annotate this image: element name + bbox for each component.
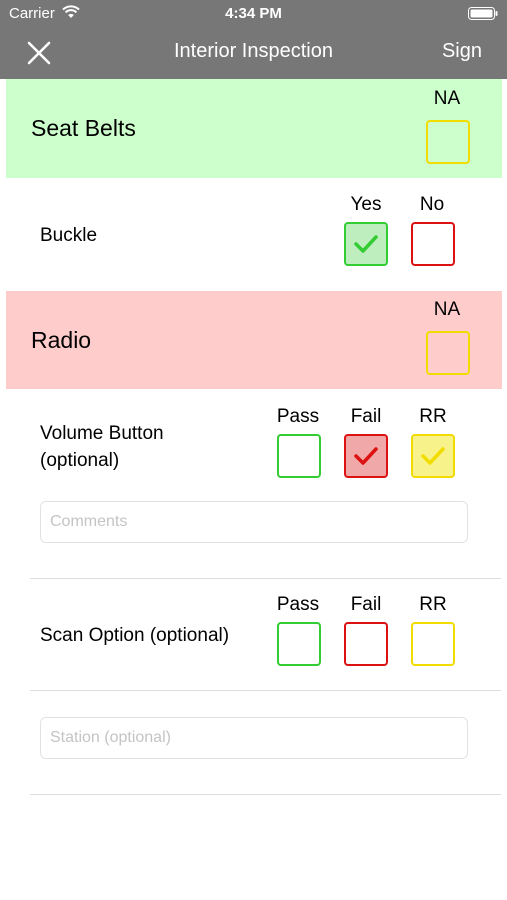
checkmark-icon xyxy=(354,235,378,253)
divider xyxy=(30,690,501,691)
scan-rr-checkbox[interactable] xyxy=(411,622,455,666)
status-bar: Carrier 4:34 PM xyxy=(0,0,507,26)
station-field[interactable] xyxy=(40,717,468,759)
nav-bar: Interior Inspection Sign xyxy=(0,26,507,79)
pass-label: Pass xyxy=(276,406,320,427)
scan-option-label: Scan Option (optional) xyxy=(40,625,230,646)
seat-belts-na-checkbox[interactable] xyxy=(426,120,470,164)
battery-icon xyxy=(468,7,498,20)
section-seat-belts: Seat Belts NA xyxy=(6,79,502,178)
status-time: 4:34 PM xyxy=(225,5,282,22)
pass-label: Pass xyxy=(276,594,320,615)
volume-button-label-line2: (optional) xyxy=(40,450,120,471)
sign-button[interactable]: Sign xyxy=(442,40,482,63)
buckle-label: Buckle xyxy=(40,225,98,246)
divider xyxy=(30,578,501,579)
divider xyxy=(30,794,501,795)
buckle-no-checkbox[interactable] xyxy=(411,222,455,266)
fail-label: Fail xyxy=(350,406,382,427)
page-title: Interior Inspection xyxy=(174,40,333,62)
volume-pass-checkbox[interactable] xyxy=(277,434,321,478)
volume-fail-checkbox[interactable] xyxy=(344,434,388,478)
volume-rr-checkbox[interactable] xyxy=(411,434,455,478)
scan-pass-checkbox[interactable] xyxy=(277,622,321,666)
no-label: No xyxy=(419,194,445,215)
fail-label: Fail xyxy=(350,594,382,615)
section-title-radio: Radio xyxy=(31,327,92,353)
checkmark-icon xyxy=(421,447,445,465)
na-label: NA xyxy=(433,299,461,320)
buckle-yes-checkbox[interactable] xyxy=(344,222,388,266)
radio-na-checkbox[interactable] xyxy=(426,331,470,375)
section-radio: Radio NA xyxy=(6,291,502,389)
station-input[interactable] xyxy=(41,718,467,758)
section-title-seat-belts: Seat Belts xyxy=(31,115,136,141)
scan-fail-checkbox[interactable] xyxy=(344,622,388,666)
comments-input[interactable] xyxy=(41,502,467,542)
yes-label: Yes xyxy=(350,194,382,215)
volume-button-label: Volume Button (optional) xyxy=(40,420,164,474)
comments-field[interactable] xyxy=(40,501,468,543)
rr-label: RR xyxy=(419,594,447,615)
volume-button-label-line1: Volume Button xyxy=(40,423,164,444)
checkmark-icon xyxy=(354,447,378,465)
rr-label: RR xyxy=(419,406,447,427)
na-label: NA xyxy=(433,88,461,109)
